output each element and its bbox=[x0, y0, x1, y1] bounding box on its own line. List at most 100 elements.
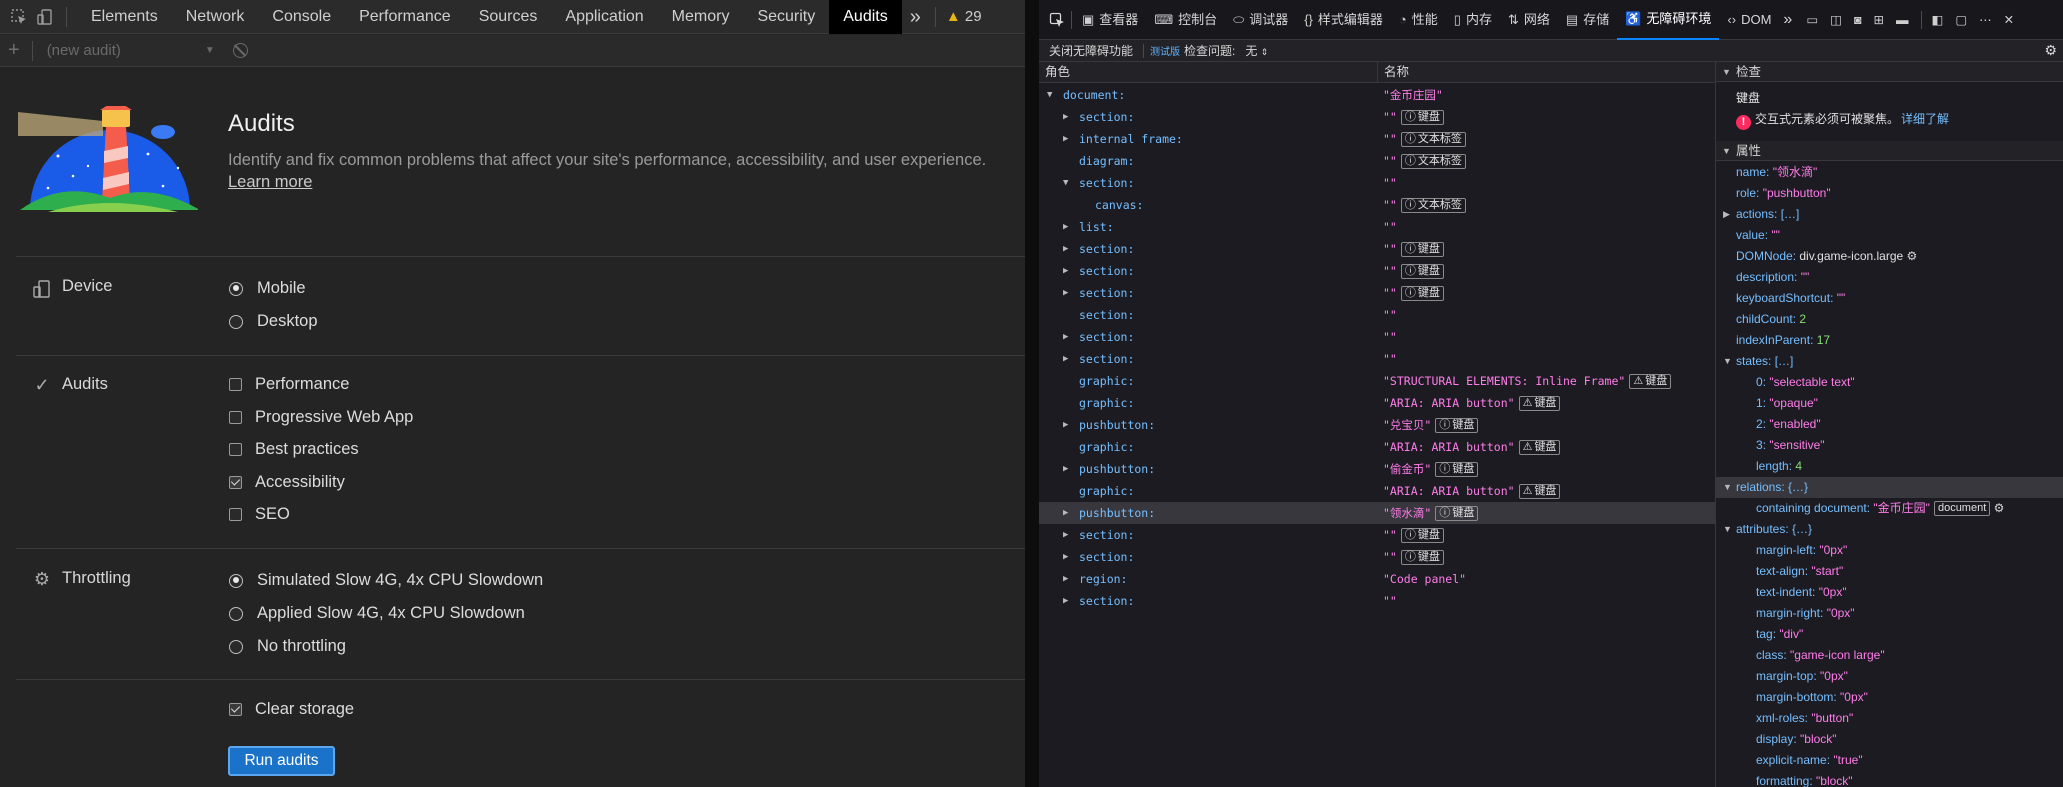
property-row[interactable]: childCount: 2 bbox=[1716, 309, 2063, 330]
clear-audits-icon[interactable] bbox=[232, 43, 248, 58]
tree-row[interactable]: diagram: "" ⓘ 文本标签 bbox=[1039, 150, 1715, 172]
learn-more-link[interactable]: Learn more bbox=[228, 173, 312, 192]
chevron-right-icon[interactable]: ▶ bbox=[1063, 260, 1068, 282]
settings-icon[interactable]: ⚙ bbox=[2044, 42, 2057, 59]
run-audits-button[interactable]: Run audits bbox=[228, 746, 335, 776]
dock-icon[interactable]: ◧ bbox=[1932, 12, 1944, 27]
chevron-right-icon[interactable]: ▶ bbox=[1063, 458, 1068, 480]
chevron-down-icon[interactable]: ▼ bbox=[1047, 84, 1052, 106]
audit-badge[interactable]: ⓘ 键盘 bbox=[1435, 506, 1479, 521]
property-row[interactable]: tag: "div" bbox=[1716, 624, 2063, 645]
tree-row[interactable]: ▶ section: "" ⓘ 键盘 bbox=[1039, 546, 1715, 568]
tab-console[interactable]: ⌨ 控制台 bbox=[1146, 0, 1225, 40]
tab-debugger[interactable]: ⬭ 调试器 bbox=[1225, 0, 1296, 40]
property-row[interactable]: margin-left: "0px" bbox=[1716, 540, 2063, 561]
rulers-icon[interactable]: ⊞ bbox=[1874, 12, 1884, 27]
chevron-right-icon[interactable]: ▶ bbox=[1063, 546, 1068, 568]
tab-application[interactable]: Application bbox=[551, 0, 657, 34]
chevron-right-icon[interactable]: ▶ bbox=[1063, 216, 1068, 238]
property-row[interactable]: text-indent: "0px" bbox=[1716, 582, 2063, 603]
throttling-option-simulated[interactable]: Simulated Slow 4G, 4x CPU Slowdown bbox=[229, 571, 543, 590]
tree-row[interactable]: ▼ section: "" bbox=[1039, 172, 1715, 194]
tab-console[interactable]: Console bbox=[258, 0, 345, 34]
audit-option-performance[interactable]: Performance bbox=[229, 375, 349, 394]
property-row[interactable]: formatting: "block" bbox=[1716, 771, 2063, 787]
property-row[interactable]: display: "block" bbox=[1716, 729, 2063, 750]
more-tabs-button[interactable]: » bbox=[902, 0, 929, 34]
property-row[interactable]: text-align: "start" bbox=[1716, 561, 2063, 582]
chevron-down-icon[interactable]: ▼ bbox=[1063, 172, 1068, 194]
camera-icon[interactable]: ◙ bbox=[1854, 13, 1862, 27]
tab-storage[interactable]: ▤ 存储 bbox=[1558, 0, 1617, 40]
tree-row[interactable]: ▶ pushbutton: "偷金币" ⓘ 键盘 bbox=[1039, 458, 1715, 480]
property-row[interactable]: margin-bottom: "0px" bbox=[1716, 687, 2063, 708]
property-row[interactable]: role: "pushbutton" bbox=[1716, 183, 2063, 204]
pick-element-icon[interactable] bbox=[1049, 12, 1065, 28]
chevron-down-icon[interactable]: ▼ bbox=[1723, 351, 1732, 372]
checkbox[interactable] bbox=[229, 378, 242, 391]
chevron-right-icon[interactable]: ▶ bbox=[1063, 128, 1068, 150]
select-node-icon[interactable]: ⚙ bbox=[1990, 501, 2005, 515]
audit-select[interactable]: (new audit) bbox=[47, 42, 121, 59]
checkbox[interactable] bbox=[229, 411, 242, 424]
tree-row[interactable]: graphic: "ARIA: ARIA button" ⚠ 键盘 bbox=[1039, 392, 1715, 414]
device-option-mobile[interactable]: Mobile bbox=[229, 279, 306, 298]
audit-badge[interactable]: ⚠ 键盘 bbox=[1518, 440, 1561, 455]
responsive-icon[interactable]: ▢ bbox=[1955, 12, 1967, 27]
throttling-option-none[interactable]: No throttling bbox=[229, 637, 346, 656]
checks-header[interactable]: ▼ 检查 bbox=[1716, 62, 2063, 82]
chevron-right-icon[interactable]: ▶ bbox=[1063, 414, 1068, 436]
tree-row[interactable]: ▶ region: "Code panel" bbox=[1039, 568, 1715, 590]
audit-badge[interactable]: ⚠ 键盘 bbox=[1518, 484, 1561, 499]
audit-badge[interactable]: ⓘ 文本标签 bbox=[1400, 132, 1466, 147]
radio-button[interactable] bbox=[229, 314, 243, 329]
chevron-right-icon[interactable]: ▶ bbox=[1063, 238, 1068, 260]
checkbox[interactable] bbox=[229, 443, 242, 456]
tab-elements[interactable]: Elements bbox=[77, 0, 172, 34]
tree-row[interactable]: ▶ pushbutton: "兑宝贝" ⓘ 键盘 bbox=[1039, 414, 1715, 436]
property-row[interactable]: ▶ actions: […] bbox=[1716, 204, 2063, 225]
tab-inspector[interactable]: ▣ 查看器 bbox=[1074, 0, 1146, 40]
tab-memory[interactable]: ▯ 内存 bbox=[1446, 0, 1500, 40]
clear-storage-option[interactable]: Clear storage bbox=[229, 700, 354, 719]
measure-icon[interactable]: ▬ bbox=[1896, 13, 1909, 27]
tab-audits[interactable]: Audits bbox=[829, 0, 902, 34]
audit-badge[interactable]: ⓘ 键盘 bbox=[1400, 528, 1444, 543]
close-icon[interactable]: ✕ bbox=[2004, 12, 2014, 27]
audit-badge[interactable]: ⓘ 键盘 bbox=[1400, 264, 1444, 279]
tree-row[interactable]: ▶ section: "" ⓘ 键盘 bbox=[1039, 106, 1715, 128]
inspect-element-icon[interactable] bbox=[8, 6, 30, 28]
tree-row[interactable]: ▶ section: "" ⓘ 键盘 bbox=[1039, 238, 1715, 260]
device-toolbar-icon[interactable] bbox=[34, 6, 56, 28]
property-row[interactable]: keyboardShortcut: "" bbox=[1716, 288, 2063, 309]
chevron-right-icon[interactable]: ▶ bbox=[1063, 568, 1068, 590]
new-audit-icon[interactable]: + bbox=[8, 39, 20, 62]
tree-row[interactable]: canvas: "" ⓘ 文本标签 bbox=[1039, 194, 1715, 216]
property-row[interactable]: ▼ attributes: {…} bbox=[1716, 519, 2063, 540]
tree-row[interactable]: ▶ section: "" bbox=[1039, 326, 1715, 348]
tab-style-editor[interactable]: {} 样式编辑器 bbox=[1296, 0, 1391, 40]
tree-row[interactable]: ▼ document: "金币庄园" bbox=[1039, 84, 1715, 106]
chevron-right-icon[interactable]: ▶ bbox=[1063, 282, 1068, 304]
radio-button[interactable] bbox=[229, 639, 243, 654]
property-row[interactable]: ▼ relations: {…} bbox=[1716, 477, 2063, 498]
property-row[interactable]: length: 4 bbox=[1716, 456, 2063, 477]
audit-option-pwa[interactable]: Progressive Web App bbox=[229, 408, 413, 427]
tab-performance[interactable]: ◔ 性能 bbox=[1391, 0, 1446, 40]
chevron-right-icon[interactable]: ▶ bbox=[1063, 502, 1068, 524]
tree-row[interactable]: ▶ list: "" bbox=[1039, 216, 1715, 238]
warnings-counter[interactable]: ▲ 29 bbox=[946, 8, 982, 25]
frame-select-icon[interactable]: ▭ bbox=[1806, 12, 1818, 27]
property-row[interactable]: value: "" bbox=[1716, 225, 2063, 246]
property-row[interactable]: 0: "selectable text" bbox=[1716, 372, 2063, 393]
tree-row[interactable]: ▶ section: "" ⓘ 键盘 bbox=[1039, 282, 1715, 304]
more-tabs-icon[interactable]: » bbox=[1783, 11, 1792, 29]
check-issues-select[interactable]: 无 ⇕ bbox=[1245, 42, 1268, 59]
screenshot-icon[interactable]: ◫ bbox=[1830, 12, 1842, 27]
property-row[interactable]: xml-roles: "button" bbox=[1716, 708, 2063, 729]
audit-option-seo[interactable]: SEO bbox=[229, 505, 290, 524]
property-row[interactable]: ▼ states: […] bbox=[1716, 351, 2063, 372]
chevron-right-icon[interactable]: ▶ bbox=[1063, 106, 1068, 128]
throttling-option-applied[interactable]: Applied Slow 4G, 4x CPU Slowdown bbox=[229, 604, 525, 623]
chevron-down-icon[interactable]: ▼ bbox=[205, 45, 215, 56]
